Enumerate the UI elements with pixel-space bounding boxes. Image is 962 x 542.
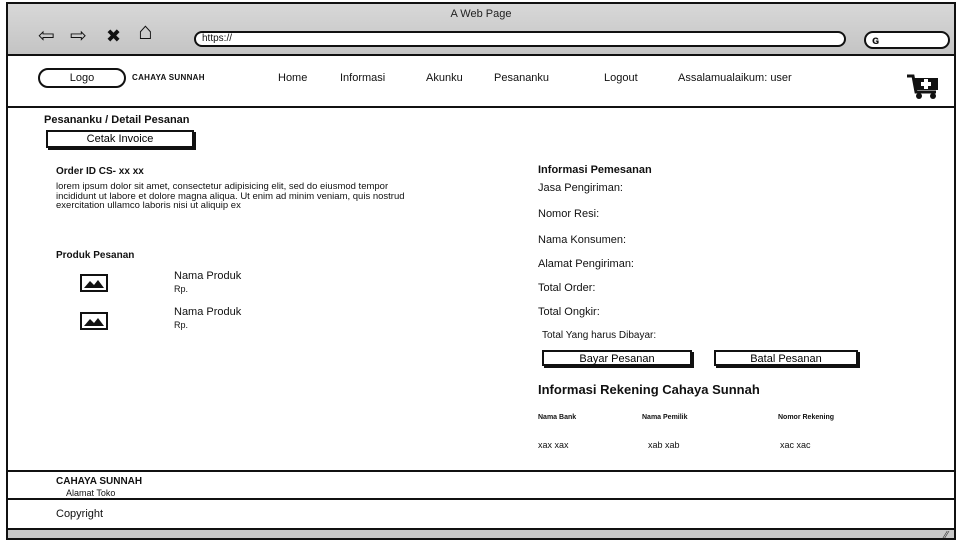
cart-icon[interactable]: [906, 72, 940, 100]
menu-greeting: Assalamualaikum: user: [678, 72, 792, 84]
back-arrow-icon[interactable]: ⇦: [38, 26, 55, 46]
customer-name-label: Nama Konsumen:: [538, 234, 627, 246]
account-owner-value: xab xab: [648, 440, 680, 450]
search-icon: ɢ: [872, 33, 880, 47]
menu-pesananku[interactable]: Pesananku: [494, 72, 549, 84]
bank-info-title: Informasi Rekening Cahaya Sunnah: [538, 382, 760, 397]
account-number-header: Nomor Rekening: [778, 414, 835, 421]
print-invoice-button[interactable]: Cetak Invoice: [46, 130, 194, 148]
url-input[interactable]: https://: [194, 31, 846, 47]
footer-brand: CAHAYA SUNNAH: [56, 476, 143, 487]
total-due-label: Total Yang harus Dibayar:: [542, 330, 657, 341]
menu-home[interactable]: Home: [278, 72, 307, 84]
pay-order-button[interactable]: Bayar Pesanan: [542, 350, 692, 366]
order-description: lorem ipsum dolor sit amet, consectetur …: [56, 181, 405, 211]
footer-address: Alamat Toko: [66, 488, 116, 498]
main-content: Pesananku / Detail Pesanan Cetak Invoice…: [8, 110, 954, 470]
products-title: Produk Pesanan: [56, 250, 135, 261]
shipping-address-label: Alamat Pengiriman:: [538, 258, 634, 270]
account-number-value: xac xac: [780, 440, 811, 450]
tracking-number-label: Nomor Resi:: [538, 208, 600, 220]
breadcrumb: Pesananku / Detail Pesanan: [44, 114, 190, 126]
product-price: Rp.: [174, 320, 189, 330]
brand-name: CAHAYA SUNNAH: [132, 73, 205, 82]
product-price: Rp.: [174, 284, 189, 294]
total-shipping-label: Total Ongkir:: [538, 306, 600, 318]
shipping-service-label: Jasa Pengiriman:: [538, 182, 623, 194]
browser-chrome: A Web Page ⇦ ⇨ ✖ ⌂ https:// ɢ: [8, 4, 954, 56]
bank-name-header: Nama Bank: [538, 414, 577, 421]
product-image-icon: [80, 274, 108, 292]
home-icon[interactable]: ⌂: [138, 20, 153, 44]
order-id: Order ID CS- xx xx: [56, 166, 144, 177]
copyright-text: Copyright: [56, 508, 104, 520]
status-bar: ⁄⁄: [8, 530, 954, 538]
browser-window: A Web Page ⇦ ⇨ ✖ ⌂ https:// ɢ Logo CAHAY…: [6, 2, 956, 540]
bank-name-value: xax xax: [538, 440, 569, 450]
cancel-order-button[interactable]: Batal Pesanan: [714, 350, 858, 366]
menu-akunku[interactable]: Akunku: [426, 72, 463, 84]
menu-logout[interactable]: Logout: [604, 72, 638, 84]
site-header: Logo CAHAYA SUNNAH Home Informasi Akunku…: [8, 58, 954, 108]
forward-arrow-icon[interactable]: ⇨: [70, 26, 87, 46]
search-box[interactable]: ɢ: [864, 31, 950, 49]
stop-icon[interactable]: ✖: [106, 26, 121, 46]
product-name: Nama Produk: [174, 270, 242, 282]
product-image-icon: [80, 312, 108, 330]
resize-grip-icon[interactable]: ⁄⁄: [945, 530, 948, 538]
site-footer: CAHAYA SUNNAH Alamat Toko: [8, 470, 954, 500]
order-info-title: Informasi Pemesanan: [538, 164, 652, 176]
account-owner-header: Nama Pemilik: [642, 414, 688, 421]
logo[interactable]: Logo: [38, 68, 126, 88]
copyright-row: Copyright: [8, 500, 954, 530]
product-name: Nama Produk: [174, 306, 242, 318]
menu-informasi[interactable]: Informasi: [340, 72, 385, 84]
total-order-label: Total Order:: [538, 282, 596, 294]
